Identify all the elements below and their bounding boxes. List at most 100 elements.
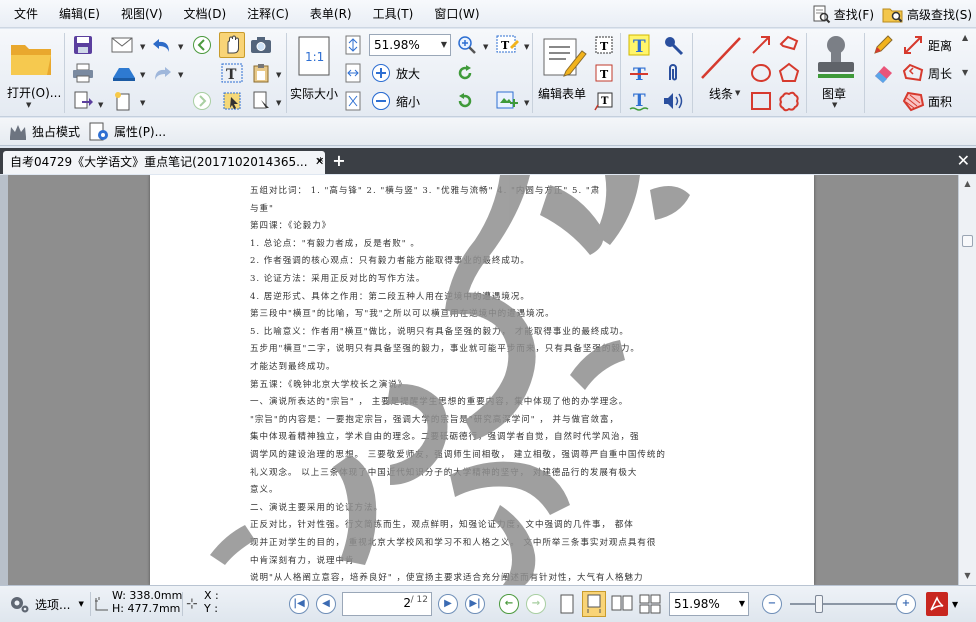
status-more-arrow[interactable]: ▼ — [952, 600, 958, 609]
advanced-find-label: 高级查找(S) — [907, 7, 972, 22]
strikeout-button[interactable]: T — [626, 61, 652, 85]
menu-window[interactable]: 窗口(W) — [421, 3, 487, 25]
properties-button[interactable]: 属性(P)... — [88, 122, 166, 142]
attach-file-button[interactable] — [660, 61, 686, 85]
snapshot-button[interactable] — [248, 33, 274, 57]
export-icon — [74, 91, 93, 109]
status-zoom-in-button[interactable]: + — [896, 594, 916, 614]
folder-icon — [11, 45, 51, 75]
typewriter-button[interactable] — [248, 89, 274, 113]
scroll-down-icon[interactable]: ▼ — [961, 569, 974, 582]
text-field-button[interactable]: T — [592, 33, 616, 57]
polyline-tool-button[interactable] — [776, 33, 802, 57]
page-number-input[interactable]: 2 / 12 — [342, 592, 432, 616]
edit-form-button[interactable] — [538, 33, 590, 81]
fit-page-button[interactable] — [342, 34, 364, 56]
zoom-out-label: 缩小 — [396, 95, 421, 109]
text-box-button[interactable]: T — [592, 61, 616, 85]
close-tab-icon[interactable]: ✕ — [315, 151, 324, 173]
document-viewport[interactable]: 五组对比词： 1. "高与锋" 2. "横与竖" 3. "优雅与流畅" 4. "… — [0, 175, 958, 585]
hand-tool-button[interactable] — [219, 32, 245, 58]
save-button[interactable] — [71, 33, 95, 57]
single-page-button[interactable] — [558, 593, 576, 615]
distance-tool-button[interactable] — [900, 33, 926, 57]
first-page-button[interactable]: |◀ — [289, 594, 309, 614]
menu-document[interactable]: 文档(D) — [171, 3, 235, 25]
next-page-button[interactable]: ▶ — [438, 594, 458, 614]
vertical-scrollbar[interactable]: ▲ ▼ — [958, 175, 976, 585]
ribbon-scroll-up[interactable]: ▲ — [962, 33, 972, 42]
scroll-thumb[interactable] — [962, 235, 973, 247]
advanced-find-button[interactable]: 高级查找(S) — [878, 2, 976, 26]
zoom-tool-button[interactable] — [455, 33, 481, 57]
export-button[interactable] — [71, 89, 95, 113]
zoom-combobox[interactable]: 51.98% ▼ — [369, 34, 451, 56]
status-zoom-out-button[interactable]: − — [762, 594, 782, 614]
scroll-up-icon[interactable]: ▲ — [961, 177, 974, 190]
perimeter-tool-button[interactable] — [900, 61, 926, 85]
menu-view[interactable]: 视图(V) — [108, 3, 171, 25]
zoom-out-button[interactable] — [370, 90, 392, 112]
ribbon-scroll-down[interactable]: ▼ — [962, 68, 972, 77]
zoom-slider-knob[interactable] — [815, 595, 823, 613]
line-tool-button[interactable] — [697, 33, 745, 83]
callout-button[interactable]: T — [592, 89, 616, 113]
facing-page-button[interactable] — [610, 593, 634, 615]
zoom-slider[interactable] — [790, 595, 896, 613]
menu-form[interactable]: 表单(R) — [297, 3, 360, 25]
sound-button[interactable] — [660, 89, 686, 113]
polygon-tool-button[interactable] — [776, 61, 802, 85]
document-tab[interactable]: 自考04729《大学语文》重点笔记(2017102014365... * ✕ — [3, 151, 325, 174]
eraser-button[interactable] — [870, 61, 896, 85]
next-view-button[interactable]: → — [526, 594, 546, 614]
exclusive-mode-button[interactable]: 独占模式 — [8, 123, 80, 141]
continuous-page-button[interactable] — [582, 591, 606, 617]
text-box-icon: T — [595, 64, 613, 82]
new-document-button[interactable] — [108, 89, 138, 113]
redo-button[interactable] — [149, 61, 175, 85]
ellipse-tool-button[interactable] — [748, 61, 774, 85]
rotate-left-button[interactable] — [453, 62, 477, 84]
menu-comment[interactable]: 注释(C) — [234, 3, 297, 25]
pencil-button[interactable] — [870, 33, 896, 57]
email-button[interactable] — [108, 33, 138, 57]
underline-button[interactable]: T — [626, 89, 652, 113]
open-button[interactable] — [6, 35, 58, 83]
find-button[interactable]: 查找(F) — [807, 2, 878, 26]
fit-visible-button[interactable] — [342, 90, 364, 112]
rectangle-tool-button[interactable] — [748, 89, 774, 113]
menu-edit[interactable]: 编辑(E) — [46, 3, 108, 25]
previous-view-button[interactable]: ← — [499, 594, 519, 614]
zoom-in-button-alt[interactable] — [370, 62, 392, 84]
actual-size-button[interactable]: 1:1 — [293, 33, 335, 79]
undo-button[interactable] — [149, 33, 175, 57]
highlight-button[interactable]: T — [626, 33, 652, 57]
form-field-button[interactable]: T — [494, 33, 522, 57]
menu-tools[interactable]: 工具(T) — [360, 3, 422, 25]
select-text-button[interactable]: T — [219, 61, 245, 85]
add-field-button[interactable] — [494, 89, 522, 113]
paste-button[interactable] — [248, 61, 274, 85]
last-page-button[interactable]: ▶| — [465, 594, 485, 614]
previous-page-button[interactable]: ◀ — [316, 594, 336, 614]
new-tab-icon[interactable]: + — [331, 153, 347, 169]
fit-width-button[interactable] — [342, 62, 364, 84]
cloud-button[interactable] — [108, 61, 138, 85]
area-tool-button[interactable] — [900, 89, 926, 113]
options-button[interactable]: 选项... ▼ — [8, 594, 84, 614]
stamp-button[interactable] — [812, 33, 860, 81]
cloud-tool-button[interactable] — [776, 89, 802, 113]
back-button[interactable] — [190, 33, 214, 57]
forward-button[interactable] — [190, 89, 214, 113]
select-annotation-button[interactable] — [219, 89, 245, 113]
pdf-button[interactable] — [926, 592, 948, 616]
arrow-tool-button[interactable] — [748, 33, 774, 57]
status-zoom-combobox[interactable]: 51.98% ▼ — [669, 592, 749, 616]
cursor-icon: ⊹ — [186, 596, 198, 612]
continuous-facing-button[interactable] — [638, 593, 662, 615]
print-button[interactable] — [71, 61, 95, 85]
close-document-icon[interactable]: ✕ — [957, 151, 970, 170]
pin-button[interactable] — [660, 33, 686, 57]
menu-file[interactable]: 文件 — [0, 3, 46, 25]
rotate-right-button[interactable] — [453, 90, 477, 112]
